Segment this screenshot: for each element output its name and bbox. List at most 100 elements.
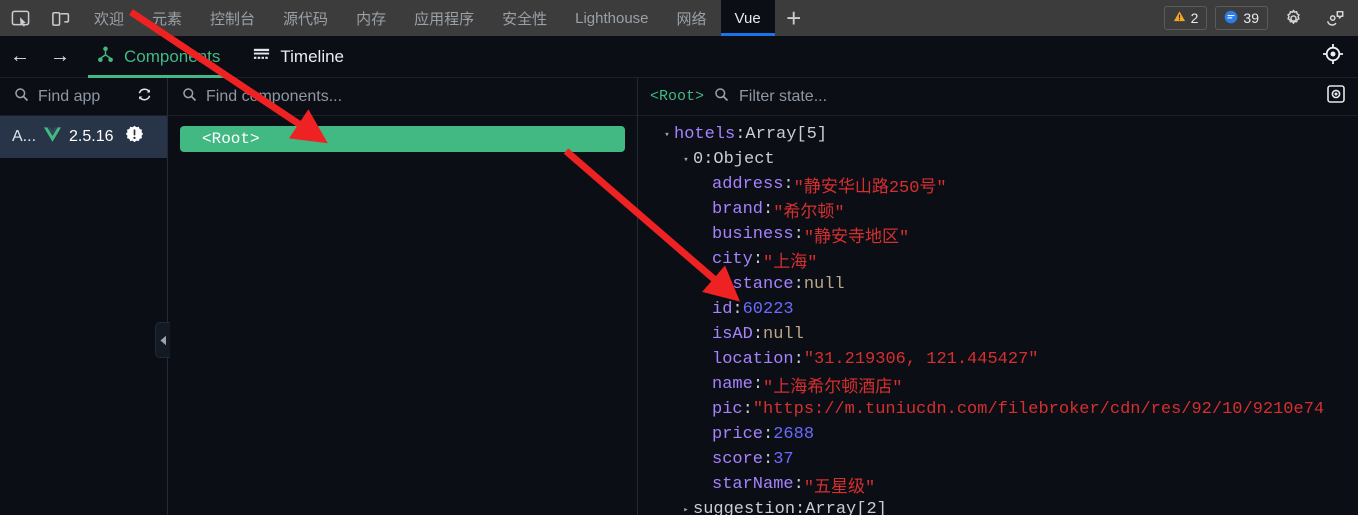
state-key: distance [712,275,794,294]
state-separator: : [763,200,774,219]
state-value: Object [713,150,775,169]
state-tree-row[interactable]: ▸ suggestion: Array[2] [638,497,1358,515]
expanded-arrow-icon[interactable]: ▾ [679,155,693,165]
warning-badge[interactable]: 2 [1163,6,1208,30]
vue-logo-icon [43,126,62,148]
component-node-root[interactable]: <Root> [180,126,625,152]
state-separator: : [752,375,764,394]
devtools-tab-lighthouse[interactable]: Lighthouse [561,0,662,36]
devtools-tabbar: 欢迎 元素 控制台 源代码 内存 应用程序 安全性 Lighthouse 网络 … [0,0,1358,36]
state-tree-row[interactable]: starName: "五星级" [638,472,1358,498]
message-badge[interactable]: 39 [1215,6,1268,30]
state-tree-row[interactable]: name: "上海希尔顿酒店" [638,372,1358,398]
select-target-icon[interactable] [1322,43,1344,70]
forward-button[interactable]: → [40,36,80,78]
state-tree-row[interactable]: ▾ 0: Object [638,147,1358,172]
tab-label: 控制台 [210,10,256,28]
state-separator: : [732,300,743,319]
tab-label: 网络 [676,10,707,28]
components-pane: Find components... <Root> [168,78,638,515]
state-tree-row[interactable]: ▾ hotels: Array[5] [638,122,1358,147]
state-separator: : [752,325,764,344]
state-value: "上海希尔顿酒店" [763,378,903,398]
state-tree-row[interactable]: brand: "希尔顿" [638,197,1358,223]
message-count: 39 [1243,10,1259,26]
devtools-customize-icon[interactable] [1318,9,1352,28]
state-key: location [712,350,794,369]
collapsed-arrow-icon[interactable]: ▸ [679,505,693,515]
devtools-tab-elements[interactable]: 元素 [138,0,196,36]
state-value: null [803,275,845,294]
tab-label: 内存 [356,10,387,28]
state-value: Array[5] [745,125,828,144]
tab-label: Timeline [280,46,344,66]
app-list-item[interactable]: A... 2.5.16 [0,116,167,158]
tab-label: Lighthouse [575,9,649,27]
warning-burst-icon[interactable] [125,125,144,149]
back-button[interactable]: ← [0,36,40,78]
search-icon [714,87,729,107]
add-tab-button[interactable]: + [775,0,813,36]
state-breadcrumb: <Root> [650,88,705,105]
component-tree: <Root> [168,116,637,152]
devtools-tab-welcome[interactable]: 欢迎 [80,0,138,36]
state-tree-row[interactable]: id: 60223 [638,297,1358,322]
gear-icon[interactable] [1276,9,1310,28]
pane-collapse-handle[interactable] [155,322,170,358]
state-key: 0 [693,150,704,169]
refresh-icon[interactable] [136,86,153,108]
tab-label: 应用程序 [414,10,475,28]
tab-timeline[interactable]: Timeline [236,36,360,78]
state-key: isAD [712,325,753,344]
devtools-tab-memory[interactable]: 内存 [342,0,400,36]
tab-label: Vue [734,9,761,27]
state-tree-row[interactable]: pic: "https://m.tuniucdn.com/filebroker/… [638,397,1358,422]
state-key: brand [712,200,764,219]
app-version: 2.5.16 [69,128,114,145]
state-tree-row[interactable]: score: 37 [638,447,1358,472]
inspect-element-icon[interactable] [0,0,40,36]
state-tree-row[interactable]: distance: null [638,272,1358,297]
state-tree-row[interactable]: location: "31.219306, 121.445427" [638,347,1358,372]
state-separator: : [752,250,764,269]
expanded-arrow-icon[interactable]: ▾ [660,130,674,140]
camera-snapshot-icon[interactable] [1326,84,1346,109]
state-pane-header: <Root> Filter state... [638,78,1358,116]
apps-pane: Find app A... 2.5.16 [0,78,168,515]
state-tree-row[interactable]: city: "上海" [638,247,1358,273]
state-tree-row[interactable]: address: "静安华山路250号" [638,172,1358,198]
state-value: "静安寺地区" [803,228,910,248]
devtools-tab-console[interactable]: 控制台 [196,0,269,36]
state-tree-row[interactable]: business: "静安寺地区" [638,222,1358,248]
find-components-search[interactable]: Find components... [168,78,637,116]
state-separator: : [783,175,794,194]
state-tree-row[interactable]: price: 2688 [638,422,1358,447]
state-key: name [712,375,753,394]
devtools-tab-security[interactable]: 安全性 [488,0,561,36]
tab-label: 元素 [152,10,183,28]
devtools-tab-sources[interactable]: 源代码 [269,0,342,36]
warning-triangle-icon [1173,10,1186,26]
tab-label: 源代码 [283,10,329,28]
tab-label: 欢迎 [94,10,125,28]
filter-state-placeholder[interactable]: Filter state... [739,88,1316,106]
state-separator: : [703,150,714,169]
state-key: score [712,450,764,469]
state-value: null [763,325,804,344]
state-separator: : [793,350,804,369]
devtools-tab-application[interactable]: 应用程序 [400,0,488,36]
vue-devtools-window: 欢迎 元素 控制台 源代码 内存 应用程序 安全性 Lighthouse 网络 … [0,0,1358,515]
timeline-bars-icon [252,45,271,69]
tab-components[interactable]: Components [80,36,236,78]
devtools-tab-vue[interactable]: Vue [720,0,775,36]
device-toolbar-icon[interactable] [40,0,80,36]
state-tree-row[interactable]: isAD: null [638,322,1358,347]
devtools-tab-network[interactable]: 网络 [663,0,721,36]
state-pane: <Root> Filter state... ▾ hotels: Array[5]… [638,78,1358,515]
tab-label: 安全性 [502,10,548,28]
search-icon [182,87,197,107]
state-key: hotels [674,125,736,144]
tab-label: Components [124,46,221,66]
component-node-label: <Root> [202,130,260,148]
find-app-search[interactable]: Find app [0,78,167,116]
